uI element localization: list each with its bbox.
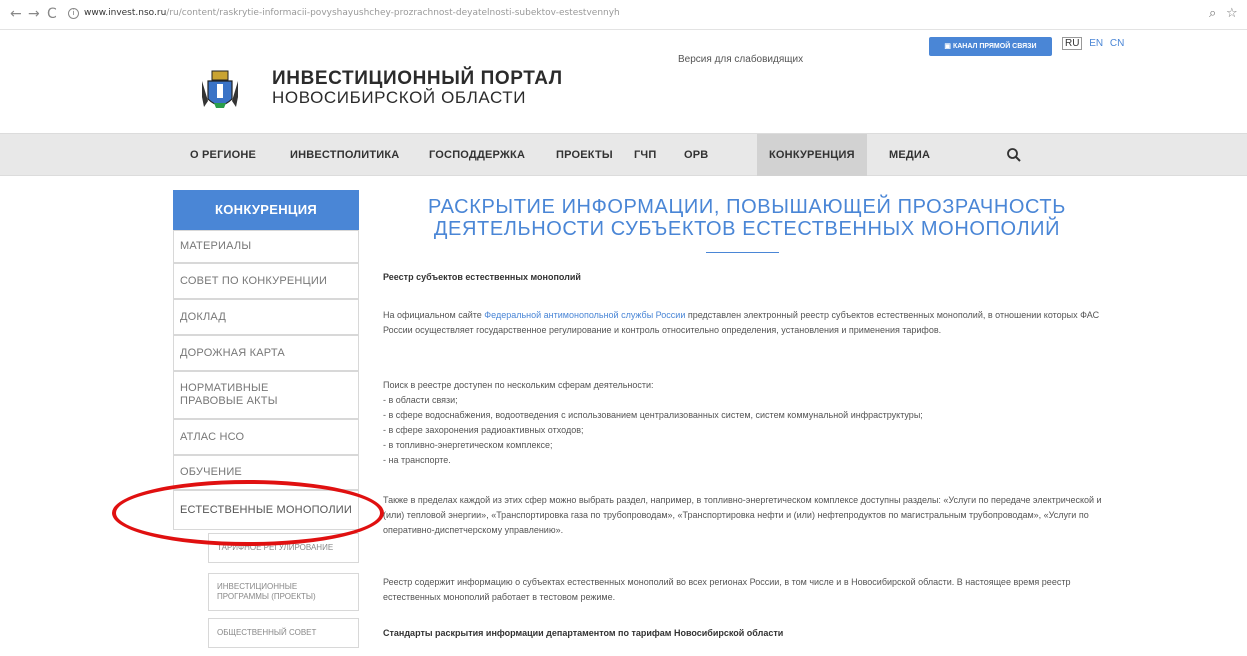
accessible-version-link[interactable]: Версия для слабовидящих: [678, 54, 803, 65]
sphere-item: - в топливно-энергетическом комплексе;: [383, 440, 553, 450]
registry-paragraph: На официальном сайте Федеральной антимон…: [383, 308, 1118, 338]
sidebar-item-legal-acts[interactable]: НОРМАТИВНЫЕ ПРАВОВЫЕ АКТЫ: [173, 371, 359, 419]
portal-subtitle[interactable]: НОВОСИБИРСКОЙ ОБЛАСТИ: [272, 88, 526, 108]
coat-of-arms-icon[interactable]: [200, 67, 240, 113]
sidebar-item-materials[interactable]: МАТЕРИАЛЫ: [173, 230, 359, 263]
url-path: /ru/content/raskrytie-informacii-povysha…: [166, 8, 620, 18]
hotline-label: КАНАЛ ПРЯМОЙ СВЯЗИ: [952, 43, 1037, 50]
sidebar-item-label: МАТЕРИАЛЫ: [180, 240, 252, 252]
portal-title[interactable]: ИНВЕСТИЦИОННЫЙ ПОРТАЛ: [272, 68, 563, 90]
url-host: www.invest.nso.ru: [84, 8, 167, 18]
zoom-icon[interactable]: ⌕: [1209, 6, 1216, 21]
title-divider: [706, 252, 779, 253]
subitem-investment-programs[interactable]: ИНВЕСТИЦИОННЫЕ ПРОГРАММЫ (ПРОЕКТЫ): [208, 573, 359, 611]
sidebar-item-label: ОБУЧЕНИЕ: [180, 466, 242, 478]
nav-item-projects[interactable]: ПРОЕКТЫ: [556, 134, 613, 176]
reload-icon[interactable]: C: [47, 6, 57, 22]
sidebar-header[interactable]: КОНКУРЕНЦИЯ: [173, 190, 359, 230]
sidebar-item-label: СОВЕТ ПО КОНКУРЕНЦИИ: [180, 274, 328, 287]
sidebar-item-report[interactable]: ДОКЛАД: [173, 299, 359, 335]
sidebar-item-council[interactable]: СОВЕТ ПО КОНКУРЕНЦИИ: [173, 263, 359, 299]
registry-info-paragraph: Реестр содержит информацию о субъектах е…: [383, 577, 1071, 602]
nav-item-support[interactable]: ГОСПОДДЕРЖКА: [429, 134, 525, 176]
paragraph-text: На официальном сайте: [383, 310, 485, 320]
browser-toolbar: ← → C i www.invest.nso.ru/ru/content/ras…: [0, 0, 1247, 30]
lang-ru[interactable]: RU: [1062, 37, 1083, 50]
subitem-label: ОБЩЕСТВЕННЫЙ СОВЕТ: [217, 628, 317, 637]
nav-item-region[interactable]: О РЕГИОНЕ: [190, 134, 256, 176]
sidebar-item-atlas[interactable]: АТЛАС НСО: [173, 419, 359, 455]
nav-item-competition[interactable]: КОНКУРЕНЦИЯ: [757, 134, 867, 176]
nav-item-media[interactable]: МЕДИА: [889, 134, 930, 176]
lang-en[interactable]: EN: [1089, 38, 1103, 49]
language-switcher: RU EN CN: [1062, 37, 1128, 50]
nav-item-investpolicy[interactable]: ИНВЕСТПОЛИТИКА: [290, 134, 399, 176]
hotline-button[interactable]: ▣ КАНАЛ ПРЯМОЙ СВЯЗИ: [929, 37, 1052, 56]
page-title: РАСКРЫТИЕ ИНФОРМАЦИИ, ПОВЫШАЮЩЕЙ ПРОЗРАЧ…: [428, 196, 1066, 240]
subitem-label: ИНВЕСТИЦИОННЫЕ ПРОГРАММЫ (ПРОЕКТЫ): [217, 582, 316, 601]
sidebar-item-label: ДОРОЖНАЯ КАРТА: [180, 346, 285, 359]
search-intro: Поиск в реестре доступен по нескольким с…: [383, 380, 654, 390]
sphere-item: - в области связи;: [383, 395, 458, 405]
site-info-icon[interactable]: i: [68, 8, 79, 19]
nav-item-ppp[interactable]: ГЧП: [634, 134, 656, 176]
chat-icon: ▣: [944, 43, 953, 50]
sidebar-item-training[interactable]: ОБУЧЕНИЕ: [173, 455, 359, 490]
search-icon[interactable]: [1006, 147, 1022, 163]
sidebar-item-natural-monopolies[interactable]: ЕСТЕСТВЕННЫЕ МОНОПОЛИИ: [173, 490, 359, 530]
sidebar-item-label: ДОКЛАД: [180, 310, 226, 323]
forward-icon[interactable]: →: [28, 6, 40, 22]
sidebar-item-roadmap[interactable]: ДОРОЖНАЯ КАРТА: [173, 335, 359, 371]
subitem-label: ТАРИФНОЕ РЕГУЛИРОВАНИЕ: [217, 543, 334, 552]
address-bar[interactable]: www.invest.nso.ru/ru/content/raskrytie-i…: [84, 8, 620, 18]
back-icon[interactable]: ←: [10, 6, 22, 22]
subitem-tariff-regulation[interactable]: ТАРИФНОЕ РЕГУЛИРОВАНИЕ: [208, 533, 359, 563]
fas-link[interactable]: Федеральной антимонопольной службы Росси…: [484, 310, 685, 320]
sections-paragraph: Также в пределах каждой из этих сфер мож…: [383, 495, 1102, 535]
bookmark-star-icon[interactable]: ☆: [1226, 6, 1238, 21]
subitem-public-council[interactable]: ОБЩЕСТВЕННЫЙ СОВЕТ: [208, 618, 359, 648]
sphere-item: - в сфере захоронения радиоактивных отхо…: [383, 425, 584, 435]
sidebar-item-label: НОРМАТИВНЫЕ ПРАВОВЫЕ АКТЫ: [180, 382, 278, 407]
nav-item-orv[interactable]: ОРВ: [684, 134, 708, 176]
sidebar-item-label: ЕСТЕСТВЕННЫЕ МОНОПОЛИИ: [180, 503, 352, 516]
main-navigation: О РЕГИОНЕ ИНВЕСТПОЛИТИКА ГОСПОДДЕРЖКА ПР…: [0, 133, 1247, 176]
registry-heading: Реестр субъектов естественных монополий: [383, 272, 581, 282]
sphere-item: - в сфере водоснабжения, водоотведения с…: [383, 410, 923, 420]
sidebar-item-label: АТЛАС НСО: [180, 430, 245, 443]
lang-cn[interactable]: CN: [1110, 38, 1124, 49]
sphere-item: - на транспорте.: [383, 455, 451, 465]
standards-heading[interactable]: Стандарты раскрытия информации департаме…: [383, 626, 1118, 641]
